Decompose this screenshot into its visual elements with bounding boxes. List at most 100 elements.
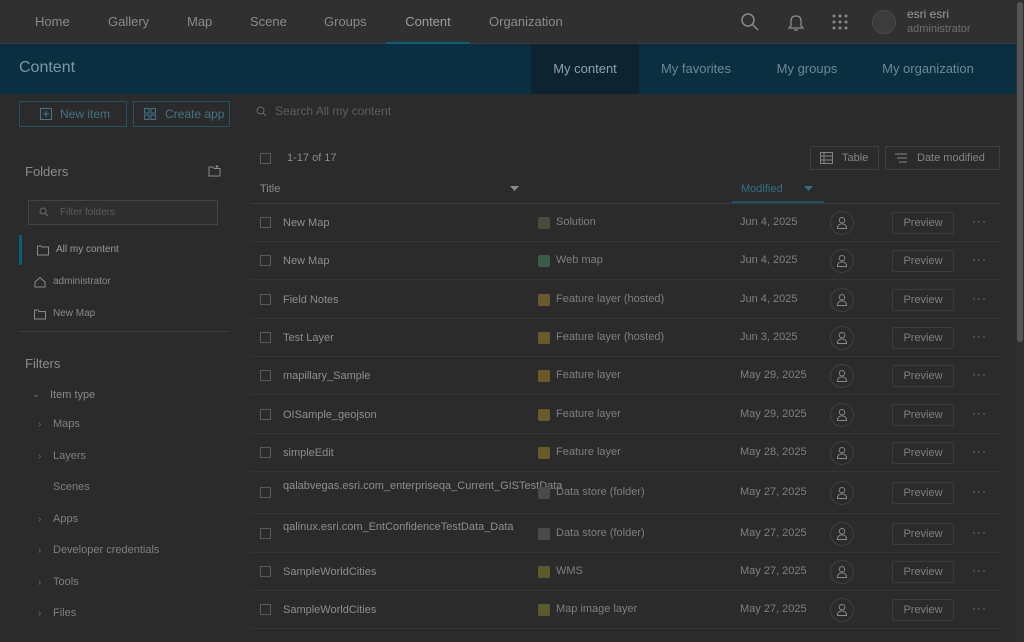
- nav-map[interactable]: Map: [187, 0, 212, 44]
- row-title[interactable]: SampleWorldCities: [283, 603, 523, 617]
- folder-all-my-content[interactable]: All my content: [19, 235, 229, 265]
- table-row[interactable]: Test LayerFeature layer (hosted)Jun 3, 2…: [250, 319, 1000, 357]
- owner-icon[interactable]: [830, 560, 854, 584]
- nav-content[interactable]: Content: [386, 0, 470, 44]
- caret-down-icon[interactable]: [804, 186, 813, 192]
- owner-icon[interactable]: [830, 249, 854, 273]
- tab-my-content[interactable]: My content: [531, 44, 639, 94]
- row-title[interactable]: SampleWorldCities: [283, 565, 523, 579]
- more-options-icon[interactable]: ···: [972, 444, 987, 458]
- column-title[interactable]: Title: [260, 183, 280, 195]
- user-avatar[interactable]: [872, 10, 896, 34]
- preview-button[interactable]: Preview: [892, 250, 954, 272]
- item-type-toggle[interactable]: Item type: [50, 389, 95, 401]
- owner-icon[interactable]: [830, 598, 854, 622]
- filter-developer-credentials[interactable]: Developer credentials: [53, 544, 159, 556]
- row-checkbox[interactable]: [260, 217, 271, 228]
- row-checkbox[interactable]: [260, 528, 271, 539]
- more-options-icon[interactable]: ···: [972, 329, 987, 343]
- row-title[interactable]: simpleEdit: [283, 446, 523, 460]
- row-checkbox[interactable]: [260, 409, 271, 420]
- folder-administrator[interactable]: administrator: [19, 267, 229, 297]
- row-title[interactable]: Test Layer: [283, 331, 523, 345]
- table-view-button[interactable]: Table: [810, 146, 879, 170]
- filter-layers[interactable]: Layers: [53, 450, 86, 462]
- owner-icon[interactable]: [830, 522, 854, 546]
- preview-button[interactable]: Preview: [892, 599, 954, 621]
- more-options-icon[interactable]: ···: [972, 563, 987, 577]
- row-title[interactable]: New Map: [283, 216, 523, 230]
- row-checkbox[interactable]: [260, 487, 271, 498]
- chevron-right-icon[interactable]: ›: [38, 514, 41, 525]
- chevron-right-icon[interactable]: ›: [38, 451, 41, 462]
- preview-button[interactable]: Preview: [892, 561, 954, 583]
- new-item-button[interactable]: New item: [19, 101, 127, 127]
- owner-icon[interactable]: [830, 481, 854, 505]
- table-row[interactable]: SampleWorldCitiesMap image layerMay 27, …: [250, 591, 1000, 629]
- chevron-right-icon[interactable]: ›: [38, 545, 41, 556]
- filter-files[interactable]: Files: [53, 607, 76, 619]
- preview-button[interactable]: Preview: [892, 523, 954, 545]
- nav-groups[interactable]: Groups: [324, 0, 367, 44]
- owner-icon[interactable]: [830, 441, 854, 465]
- table-row[interactable]: OISample_geojsonFeature layerMay 29, 202…: [250, 395, 1000, 434]
- scrollbar-thumb[interactable]: [1017, 2, 1023, 342]
- chevron-right-icon[interactable]: ›: [38, 419, 41, 430]
- row-checkbox[interactable]: [260, 370, 271, 381]
- more-options-icon[interactable]: ···: [972, 291, 987, 305]
- row-checkbox[interactable]: [260, 294, 271, 305]
- preview-button[interactable]: Preview: [892, 442, 954, 464]
- filter-apps[interactable]: Apps: [53, 513, 78, 525]
- sort-button[interactable]: Date modified: [885, 146, 1000, 170]
- folder-new-map[interactable]: New Map: [19, 299, 229, 329]
- preview-button[interactable]: Preview: [892, 482, 954, 504]
- nav-gallery[interactable]: Gallery: [108, 0, 149, 44]
- bell-icon[interactable]: [786, 12, 806, 32]
- row-checkbox[interactable]: [260, 332, 271, 343]
- table-row[interactable]: New MapWeb mapJun 4, 2025Preview···: [250, 242, 1000, 280]
- more-options-icon[interactable]: ···: [972, 601, 987, 615]
- add-folder-icon[interactable]: [208, 165, 221, 177]
- row-title[interactable]: New Map: [283, 254, 523, 268]
- table-row[interactable]: SampleWorldCitiesWMSMay 27, 2025Preview·…: [250, 553, 1000, 591]
- row-checkbox[interactable]: [260, 447, 271, 458]
- apps-grid-icon[interactable]: [830, 12, 850, 32]
- preview-button[interactable]: Preview: [892, 404, 954, 426]
- preview-button[interactable]: Preview: [892, 365, 954, 387]
- search-icon[interactable]: [740, 12, 760, 32]
- row-title[interactable]: OISample_geojson: [283, 408, 523, 422]
- more-options-icon[interactable]: ···: [972, 214, 987, 228]
- tab-my-organization[interactable]: My organization: [868, 44, 988, 94]
- select-all-checkbox[interactable]: [260, 153, 271, 164]
- tab-my-favorites[interactable]: My favorites: [648, 44, 744, 94]
- row-checkbox[interactable]: [260, 255, 271, 266]
- row-title[interactable]: qalabvegas.esri.com_enterpriseqa_Current…: [283, 479, 523, 493]
- more-options-icon[interactable]: ···: [972, 525, 987, 539]
- nav-organization[interactable]: Organization: [489, 0, 563, 44]
- row-checkbox[interactable]: [260, 604, 271, 615]
- table-row[interactable]: Field NotesFeature layer (hosted)Jun 4, …: [250, 280, 1000, 319]
- owner-icon[interactable]: [830, 326, 854, 350]
- filter-tools[interactable]: Tools: [53, 576, 79, 588]
- caret-down-icon[interactable]: [510, 186, 519, 192]
- owner-icon[interactable]: [830, 364, 854, 388]
- filter-folders-input[interactable]: Filter folders: [28, 200, 218, 225]
- column-modified[interactable]: Modified: [741, 183, 783, 195]
- table-row[interactable]: simpleEditFeature layerMay 28, 2025Previ…: [250, 434, 1000, 472]
- chevron-right-icon[interactable]: ›: [38, 608, 41, 619]
- filter-maps[interactable]: Maps: [53, 418, 80, 430]
- row-title[interactable]: qalinux.esri.com_EntConfidenceTestData_D…: [283, 520, 523, 534]
- row-checkbox[interactable]: [260, 566, 271, 577]
- owner-icon[interactable]: [830, 403, 854, 427]
- create-app-button[interactable]: Create app: [133, 101, 230, 127]
- more-options-icon[interactable]: ···: [972, 367, 987, 381]
- nav-scene[interactable]: Scene: [250, 0, 287, 44]
- preview-button[interactable]: Preview: [892, 289, 954, 311]
- more-options-icon[interactable]: ···: [972, 406, 987, 420]
- tab-my-groups[interactable]: My groups: [762, 44, 852, 94]
- table-row[interactable]: qalinux.esri.com_EntConfidenceTestData_D…: [250, 514, 1000, 553]
- filter-scenes[interactable]: Scenes: [53, 481, 90, 493]
- user-name[interactable]: esri esri: [907, 7, 949, 21]
- chevron-right-icon[interactable]: ›: [38, 577, 41, 588]
- more-options-icon[interactable]: ···: [972, 252, 987, 266]
